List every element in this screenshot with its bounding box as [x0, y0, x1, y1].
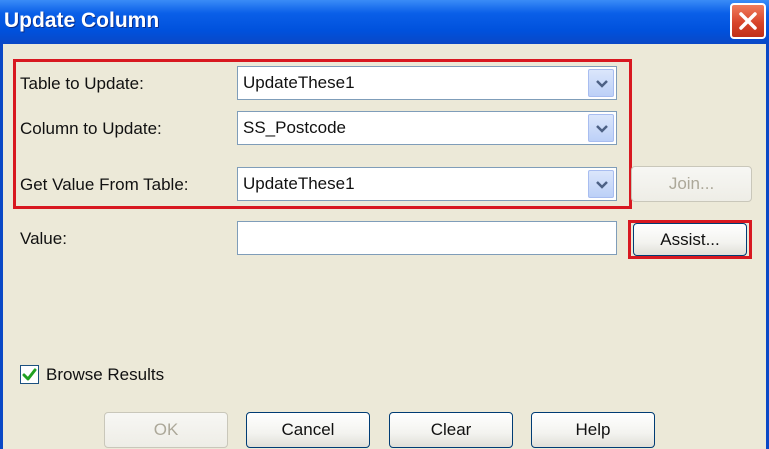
- browse-results-checkbox[interactable]: [20, 365, 39, 384]
- value-label: Value:: [20, 229, 67, 248]
- ok-button[interactable]: OK: [104, 412, 228, 448]
- table-to-update-label: Table to Update:: [20, 74, 144, 93]
- window-title: Update Column: [4, 9, 160, 32]
- dropdown-arrow-icon: [596, 125, 608, 133]
- table-to-update-value: UpdateThese1: [243, 73, 355, 92]
- title-bar: Update Column: [0, 0, 769, 44]
- assist-button[interactable]: Assist...: [633, 223, 747, 256]
- window-border-left: [0, 44, 3, 449]
- column-to-update-label: Column to Update:: [20, 119, 162, 138]
- get-value-from-table-value: UpdateThese1: [243, 174, 355, 193]
- column-to-update-dropdown-button[interactable]: [588, 114, 614, 142]
- browse-results-label: Browse Results: [46, 365, 165, 384]
- column-to-update-select[interactable]: SS_Postcode: [237, 111, 617, 145]
- get-value-from-table-select[interactable]: UpdateThese1: [237, 167, 617, 201]
- checkmark-icon: [22, 368, 37, 381]
- value-input[interactable]: [237, 221, 617, 255]
- table-to-update-select[interactable]: UpdateThese1: [237, 66, 617, 100]
- table-to-update-dropdown-button[interactable]: [588, 69, 614, 97]
- join-button[interactable]: Join...: [631, 166, 752, 202]
- clear-button[interactable]: Clear: [389, 412, 513, 448]
- dropdown-arrow-icon: [596, 181, 608, 189]
- dropdown-arrow-icon: [596, 80, 608, 88]
- get-value-from-table-label: Get Value From Table:: [20, 175, 189, 194]
- get-value-from-table-dropdown-button[interactable]: [588, 170, 614, 198]
- close-button[interactable]: [730, 3, 766, 39]
- close-icon: [739, 12, 757, 30]
- cancel-button[interactable]: Cancel: [246, 412, 370, 448]
- column-to-update-value: SS_Postcode: [243, 118, 347, 137]
- help-button[interactable]: Help: [531, 412, 655, 448]
